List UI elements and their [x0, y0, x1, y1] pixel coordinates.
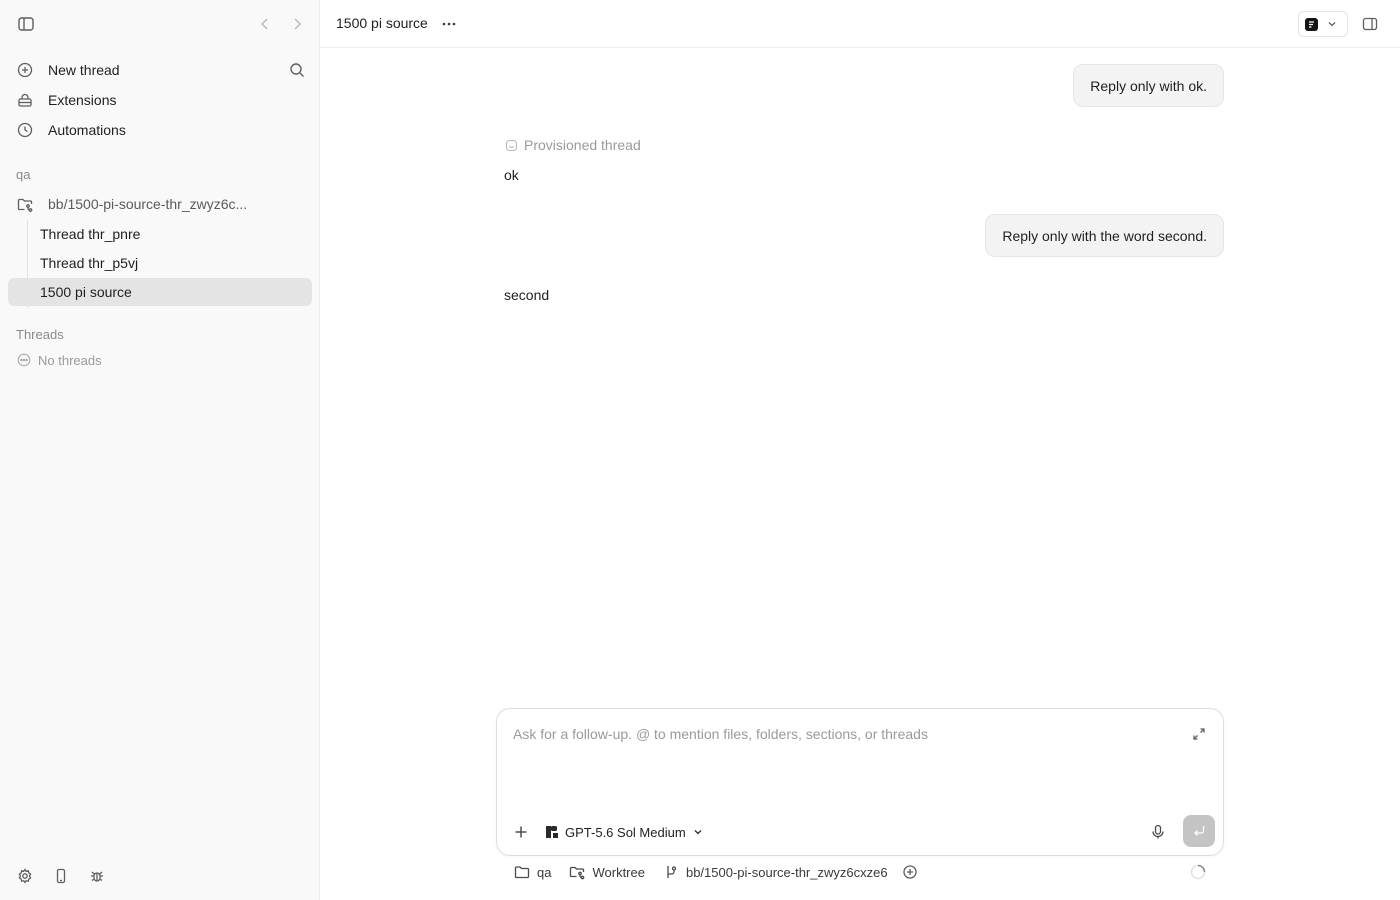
sidebar-toggle-icon[interactable] — [16, 14, 36, 34]
automations-label: Automations — [48, 122, 126, 138]
branch-label: bb/1500-pi-source-thr_zwyz6cxze6 — [685, 864, 888, 880]
follow-up-input[interactable] — [513, 723, 1173, 745]
new-thread-button[interactable]: New thread — [8, 56, 312, 84]
assistant-message: ok — [504, 167, 519, 183]
header-divider — [320, 47, 1400, 48]
mobile-device-icon[interactable] — [52, 867, 70, 885]
assistant-message: second — [504, 287, 550, 303]
branch-selector[interactable]: bb/1500-pi-source-thr_zwyz6cxze6 — [663, 864, 888, 880]
worktree-label: Worktree — [592, 864, 645, 880]
model-label: GPT-5.6 Sol Medium — [565, 824, 686, 840]
model-icon — [545, 825, 559, 839]
thread-item-active[interactable]: 1500 pi source — [8, 278, 312, 306]
loading-spinner-icon — [1189, 863, 1207, 881]
worktree-icon — [569, 864, 585, 880]
user-message: Reply only with the word second. — [985, 214, 1224, 257]
extensions-label: Extensions — [48, 92, 117, 108]
git-branch-icon — [663, 864, 679, 880]
folder-branch-icon — [16, 195, 34, 213]
chevron-right-icon[interactable] — [288, 14, 306, 34]
side-panel-toggle-icon[interactable] — [1361, 15, 1379, 33]
chevron-down-icon — [692, 826, 704, 838]
expand-icon[interactable] — [1191, 726, 1207, 742]
sidebar-item-extensions[interactable]: Extensions — [8, 86, 312, 114]
more-options-icon[interactable] — [440, 16, 458, 32]
provisioned-notice: Provisioned thread — [504, 136, 641, 154]
workspace-label: qa — [16, 167, 31, 182]
search-icon[interactable] — [288, 61, 306, 79]
worktree-selector[interactable]: Worktree — [569, 864, 645, 880]
project-name: bb/1500-pi-source-thr_zwyz6c... — [48, 196, 248, 212]
add-attachment-icon[interactable] — [512, 823, 530, 841]
plus-circle-icon — [16, 61, 34, 79]
no-threads-placeholder: No threads — [16, 351, 102, 369]
gear-icon[interactable] — [16, 867, 34, 885]
composer: GPT-5.6 Sol Medium — [496, 708, 1224, 856]
folder-icon — [514, 864, 530, 880]
send-arrow-icon — [1192, 824, 1206, 838]
app-logo-icon — [1305, 17, 1318, 31]
sidebar-item-automations[interactable]: Automations — [8, 116, 312, 144]
add-context-icon[interactable] — [902, 864, 918, 880]
user-message: Reply only with ok. — [1073, 64, 1224, 107]
sidebar-footer — [16, 867, 106, 885]
microphone-icon[interactable] — [1149, 823, 1167, 841]
thread-item[interactable]: Thread thr_p5vj — [8, 249, 312, 277]
no-threads-label: No threads — [38, 352, 102, 368]
model-selector[interactable]: GPT-5.6 Sol Medium — [545, 822, 704, 842]
chevron-down-icon — [1326, 18, 1338, 30]
send-button[interactable] — [1183, 815, 1215, 847]
thread-status-icon — [504, 138, 518, 152]
new-thread-label: New thread — [48, 62, 120, 78]
clock-icon — [16, 121, 34, 139]
provisioned-label: Provisioned thread — [524, 137, 641, 153]
context-bar: qa Worktree bb/1500-pi-source-thr_zwyz6c… — [514, 862, 918, 882]
bug-icon[interactable] — [88, 867, 106, 885]
folder-label: qa — [537, 864, 552, 880]
threads-section-label: Threads — [16, 327, 64, 342]
thread-item[interactable]: Thread thr_pnre — [8, 220, 312, 248]
chat-dots-icon — [16, 353, 31, 368]
sidebar: New thread Extensions Automations qa bb/… — [0, 0, 320, 900]
extensions-icon — [16, 91, 34, 109]
folder-selector[interactable]: qa — [514, 864, 551, 880]
project-folder[interactable]: bb/1500-pi-source-thr_zwyz6c... — [8, 190, 312, 218]
chevron-left-icon[interactable] — [256, 14, 274, 34]
app-switcher-button[interactable] — [1298, 11, 1348, 37]
page-title: 1500 pi source — [336, 15, 428, 31]
